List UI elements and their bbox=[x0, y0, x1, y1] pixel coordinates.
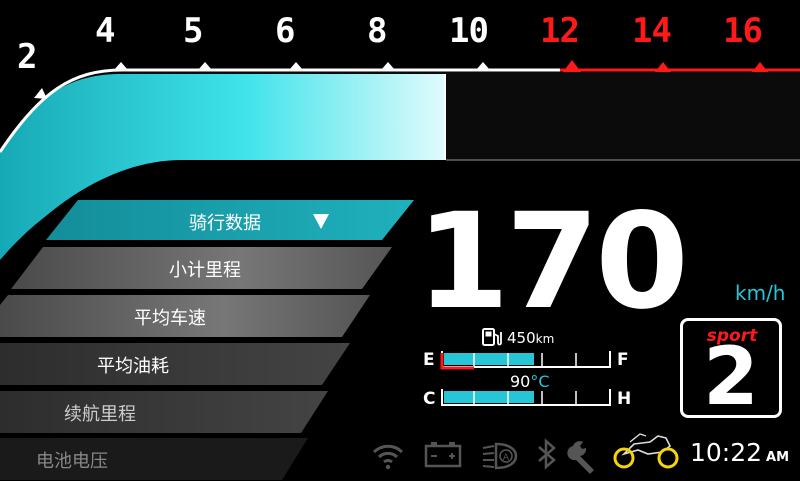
fuel-gauge-fill bbox=[444, 353, 534, 365]
fuel-gauge bbox=[440, 351, 611, 370]
fuel-low-label: E bbox=[423, 350, 435, 370]
fuel-pump-icon bbox=[482, 328, 502, 346]
temp-gauge-fill bbox=[444, 391, 534, 403]
menu-item-ride-data[interactable]: 骑行数据 bbox=[110, 200, 340, 243]
menu-item-trip-distance[interactable]: 小计里程 bbox=[90, 247, 320, 290]
menu-item-range[interactable]: 续航里程 bbox=[0, 391, 215, 434]
ride-mode-indicator[interactable]: sport 2 bbox=[680, 318, 782, 418]
ride-mode-number: 2 bbox=[703, 330, 759, 423]
headlight-auto-icon: A bbox=[482, 442, 518, 470]
menu-item-avg-speed[interactable]: 平均车速 bbox=[55, 295, 285, 338]
svg-text:A: A bbox=[503, 453, 510, 463]
fuel-high-label: F bbox=[617, 350, 629, 370]
menu-item-avg-fuel[interactable]: 平均油耗 bbox=[18, 343, 248, 386]
temp-low-label: C bbox=[423, 389, 436, 409]
speed-unit: km/h bbox=[735, 281, 786, 305]
temp-high-label: H bbox=[617, 389, 632, 409]
motorcycle-icon bbox=[613, 433, 679, 469]
temp-gauge bbox=[441, 389, 611, 406]
battery-icon bbox=[424, 442, 462, 468]
clock-period: AM bbox=[766, 450, 790, 465]
wifi-icon bbox=[372, 444, 404, 470]
triangle-down-icon[interactable] bbox=[312, 212, 330, 230]
bluetooth-icon bbox=[538, 438, 556, 470]
speed-value: 170 bbox=[416, 185, 689, 339]
wrench-icon bbox=[567, 441, 594, 474]
clock-time: 10:22 bbox=[690, 438, 763, 467]
menu-item-battery-voltage[interactable]: 电池电压 bbox=[0, 438, 187, 481]
clock: 10:22 AM bbox=[690, 438, 789, 467]
fuel-range: 450km bbox=[507, 329, 555, 347]
